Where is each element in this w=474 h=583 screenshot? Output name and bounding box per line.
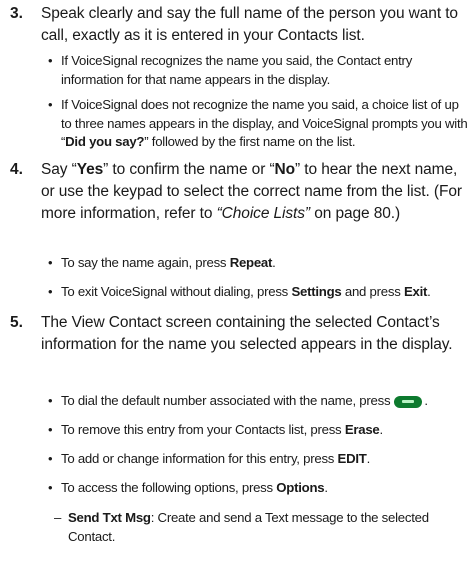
key-label: Exit	[403, 284, 428, 299]
bullet-text: To add or change information for this en…	[61, 451, 371, 466]
bullet-item: • If VoiceSignal recognizes the name you…	[48, 52, 468, 89]
bullet-icon: •	[48, 284, 53, 299]
bullet-item: • To remove this entry from your Contact…	[48, 421, 468, 440]
bullet-text: To exit VoiceSignal without dialing, pre…	[61, 284, 431, 299]
step-number: 5.	[10, 314, 23, 331]
step-text: Speak clearly and say the full name of t…	[41, 5, 458, 44]
bullet-text: To remove this entry from your Contacts …	[61, 422, 383, 437]
cross-reference-link[interactable]: “Choice Lists”	[217, 205, 310, 222]
key-label: Erase	[344, 422, 380, 437]
option-label: Send Txt Msg	[68, 510, 151, 525]
bullet-icon: •	[48, 53, 53, 68]
bullet-item: • To access the following options, press…	[48, 479, 468, 498]
key-label: EDIT	[337, 451, 367, 466]
bullet-text: If VoiceSignal recognizes the name you s…	[61, 53, 413, 87]
step-text: The View Contact screen containing the s…	[41, 314, 453, 353]
dash-icon: –	[54, 510, 62, 525]
manual-page: 3. Speak clearly and say the full name o…	[0, 0, 474, 583]
prompt-label: Did you say?	[65, 134, 145, 149]
bullet-item: • To add or change information for this …	[48, 450, 468, 469]
bullet-item: • To dial the default number associated …	[48, 392, 468, 411]
step-number: 3.	[10, 5, 23, 22]
bullet-icon: •	[48, 480, 53, 495]
bullet-icon: •	[48, 393, 53, 408]
sub-list-item: – Send Txt Msg: Create and send a Text m…	[54, 509, 464, 546]
bullet-icon: •	[48, 451, 53, 466]
sub-item-text: Send Txt Msg: Create and send a Text mes…	[68, 510, 429, 544]
bullet-item: • To say the name again, press Repeat.	[48, 254, 468, 273]
step-text: Say “Yes” to confirm the name or “No” to…	[41, 161, 462, 222]
bullet-icon: •	[48, 255, 53, 270]
key-label: Settings	[291, 284, 342, 299]
bullet-text: If VoiceSignal does not recognize the na…	[61, 97, 468, 149]
bullet-icon: •	[48, 97, 53, 112]
bullet-text: To access the following options, press O…	[61, 480, 328, 495]
bullet-text: To say the name again, press Repeat.	[61, 255, 276, 270]
bullet-text: To dial the default number associated wi…	[61, 393, 428, 408]
key-label: Repeat	[229, 255, 273, 270]
bullet-icon: •	[48, 422, 53, 437]
step-number: 4.	[10, 161, 23, 178]
bullet-item: • To exit VoiceSignal without dialing, p…	[48, 283, 468, 302]
key-label: Options	[276, 480, 325, 495]
send-key-icon	[394, 395, 423, 408]
bullet-item: • If VoiceSignal does not recognize the …	[48, 96, 468, 152]
